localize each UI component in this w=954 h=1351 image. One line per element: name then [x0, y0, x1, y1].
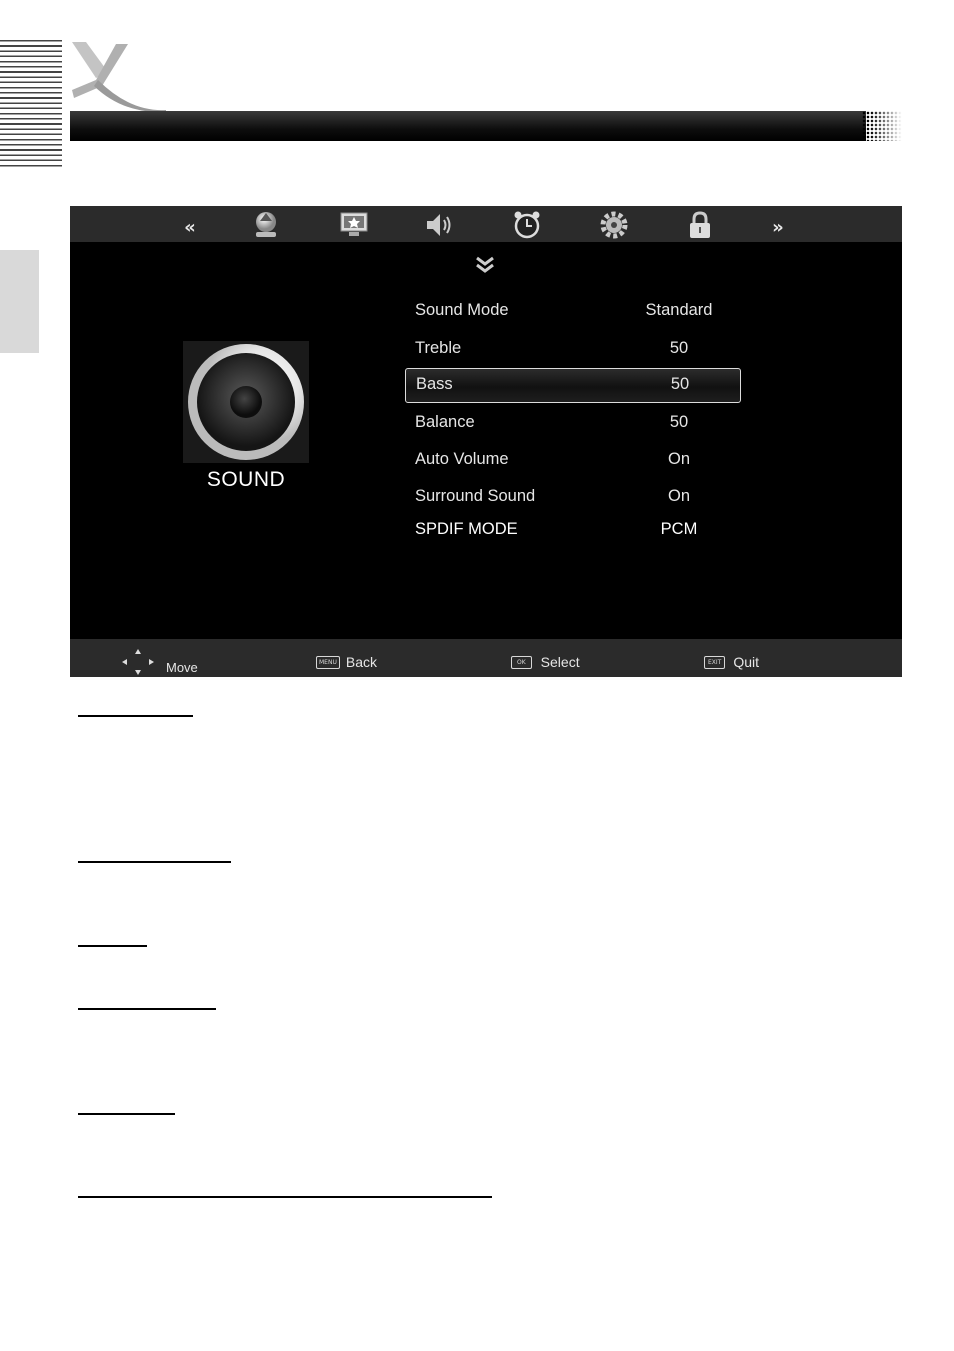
menu-item-value: PCM — [660, 520, 698, 538]
clock-icon[interactable] — [511, 209, 543, 241]
menu-item-value: 50 — [669, 413, 689, 431]
menu-item-spdif-mode[interactable]: SPDIF MODE PCM — [405, 514, 741, 546]
speaker-icon[interactable] — [423, 209, 455, 241]
exit-key-icon: EXIT — [704, 655, 726, 669]
header-bar — [70, 111, 866, 141]
category-title: SOUND — [206, 468, 286, 491]
osd-hint-bar: Move MENU Back OK Select EXIT Quit — [70, 639, 902, 677]
nav-prev-arrow[interactable]: « — [174, 211, 206, 243]
ok-key-icon: OK — [511, 655, 532, 669]
hint-select: OK Select — [511, 654, 580, 670]
hint-quit-label: Quit — [733, 654, 760, 670]
nav-next-arrow[interactable]: » — [762, 211, 794, 243]
gear-icon[interactable] — [598, 209, 630, 241]
hint-back-label: Back — [345, 654, 377, 670]
hint-select-label: Select — [540, 654, 580, 670]
sound-category-image — [183, 341, 309, 463]
menu-item-label: Bass — [416, 375, 453, 393]
menu-item-value: Standard — [645, 301, 713, 319]
menu-item-bass[interactable]: Bass 50 — [405, 368, 741, 403]
hint-quit: EXIT Quit — [704, 654, 759, 670]
page-edge-stripes — [0, 40, 62, 170]
section-heading-underline — [78, 945, 147, 947]
screen-icon[interactable] — [338, 209, 370, 241]
section-heading-underline — [78, 715, 193, 717]
chevron-down-icon[interactable] — [472, 254, 498, 276]
hint-move: Move — [120, 647, 198, 677]
lock-icon[interactable] — [684, 209, 716, 241]
menu-item-label: Treble — [415, 339, 462, 357]
menu-item-surround-sound[interactable]: Surround Sound On — [405, 481, 741, 513]
menu-item-value: 50 — [670, 375, 690, 393]
tv-osd-screen: « » SOUND Sound Mode Standard Treble 50 … — [70, 206, 902, 677]
menu-item-label: Surround Sound — [415, 487, 536, 505]
hint-move-label: Move — [166, 659, 198, 675]
menu-item-sound-mode[interactable]: Sound Mode Standard — [405, 295, 741, 327]
menu-item-label: SPDIF MODE — [415, 520, 518, 538]
header-dot-pattern — [862, 111, 902, 141]
hint-back: MENU Back — [316, 654, 377, 670]
menu-item-label: Balance — [415, 413, 475, 431]
section-heading-underline — [78, 1113, 175, 1115]
menu-item-label: Sound Mode — [415, 301, 509, 319]
section-heading-underline — [78, 1008, 216, 1010]
direction-pad-icon — [122, 649, 154, 675]
loudspeaker-icon — [188, 344, 304, 460]
menu-item-label: Auto Volume — [415, 450, 509, 468]
menu-item-value: 50 — [669, 339, 689, 357]
menu-item-balance[interactable]: Balance 50 — [405, 407, 741, 439]
osd-top-nav: « » — [70, 206, 902, 242]
brand-logo — [72, 42, 166, 112]
menu-item-value: On — [667, 487, 690, 505]
section-heading-underline — [78, 1196, 492, 1198]
menu-item-auto-volume[interactable]: Auto Volume On — [405, 444, 741, 476]
section-heading-underline — [78, 861, 231, 863]
menu-item-treble[interactable]: Treble 50 — [405, 333, 741, 365]
menu-item-value: On — [667, 450, 690, 468]
menu-key-icon: MENU — [316, 655, 340, 669]
page-side-tab — [0, 250, 39, 353]
picture-icon[interactable] — [250, 209, 282, 241]
